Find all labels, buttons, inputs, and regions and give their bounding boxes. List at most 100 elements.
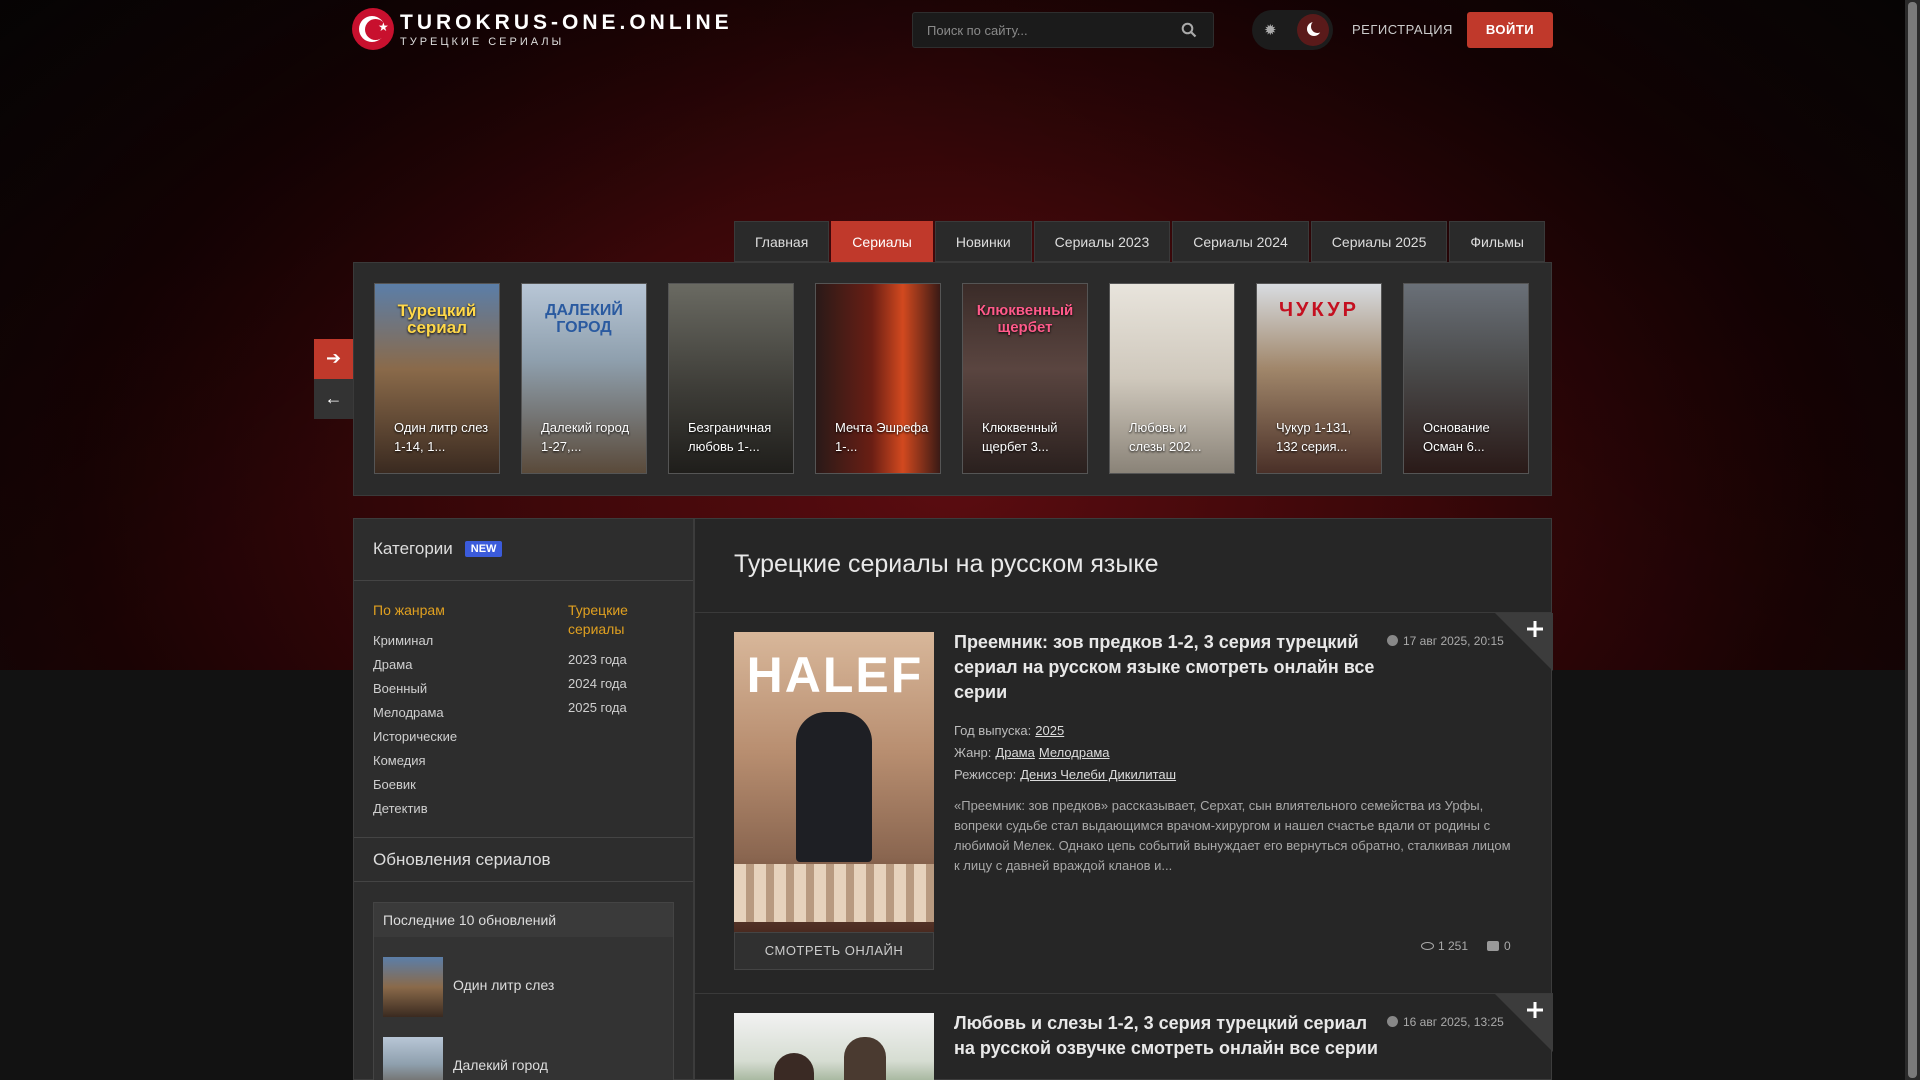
- genre-link[interactable]: Боевик: [373, 773, 457, 797]
- main-nav: Главная Сериалы Новинки Сериалы 2023 Сер…: [734, 221, 1547, 262]
- tab-home[interactable]: Главная: [734, 221, 830, 262]
- arrow-left-icon: ←: [324, 388, 343, 408]
- post-year: Год выпуска: 2025: [954, 723, 1065, 738]
- year-link[interactable]: 2023 года: [568, 648, 678, 672]
- turkish-flag-icon: ★: [352, 8, 394, 50]
- tab-series-2023[interactable]: Сериалы 2023: [1033, 221, 1171, 262]
- update-thumbnail: [383, 1037, 443, 1080]
- poster-text: Клюквенный щербет: [976, 302, 1074, 336]
- login-button[interactable]: ВОЙТИ: [1467, 12, 1553, 48]
- tab-series-2025[interactable]: Сериалы 2025: [1310, 221, 1448, 262]
- director-link[interactable]: Дениз Челеби Дикилиташ: [1020, 767, 1176, 782]
- turkish-series-heading[interactable]: Турецкие сериалы: [568, 601, 678, 639]
- carousel-card[interactable]: Основание Осман 6...: [1403, 283, 1529, 474]
- featured-carousel: Турецкий сериал Один литр слез 1-14, 1..…: [353, 262, 1552, 496]
- last-updates-title: Последние 10 обновлений: [374, 903, 673, 937]
- watch-online-button[interactable]: СМОТРЕТЬ ОНЛАЙН: [734, 932, 934, 970]
- sun-icon[interactable]: ✹: [1264, 21, 1277, 39]
- carousel-card-title: Чукур 1-131, 132 серия...: [1276, 420, 1352, 454]
- post-genre: Жанр: Драма Мелодрама: [954, 745, 1110, 760]
- genre-link[interactable]: Военный: [373, 677, 457, 701]
- register-link[interactable]: РЕГИСТРАЦИЯ: [1352, 22, 1453, 37]
- year-link[interactable]: 2025: [1035, 723, 1064, 738]
- genre-link[interactable]: Драма: [995, 745, 1034, 760]
- post-title[interactable]: Любовь и слезы 1-2, 3 серия турецкий сер…: [954, 1011, 1384, 1061]
- search-icon[interactable]: [1181, 22, 1197, 38]
- post-poster[interactable]: [734, 1013, 934, 1080]
- genre-link[interactable]: Мелодрама: [1039, 745, 1110, 760]
- post-item: HALEF СМОТРЕТЬ ОНЛАЙН Преемник: зов пред…: [695, 613, 1553, 994]
- page-scrollbar[interactable]: [1905, 0, 1920, 1080]
- carousel-prev-button[interactable]: ←: [314, 379, 353, 419]
- carousel-card[interactable]: Турецкий сериал Один литр слез 1-14, 1..…: [374, 283, 500, 474]
- genre-link[interactable]: Криминал: [373, 629, 457, 653]
- year-link[interactable]: 2024 года: [568, 672, 678, 696]
- categories-title: Категории: [373, 539, 453, 558]
- update-item[interactable]: Далекий город: [383, 1037, 663, 1080]
- add-favorite-button[interactable]: [1495, 613, 1553, 671]
- dark-mode-button[interactable]: [1297, 14, 1329, 46]
- post-title[interactable]: Преемник: зов предков 1-2, 3 серия турец…: [954, 630, 1384, 705]
- carousel-card-title: Мечта Эшрефа 1-...: [835, 420, 929, 454]
- update-thumbnail: [383, 957, 443, 1017]
- update-item[interactable]: Один литр слез: [383, 957, 663, 1017]
- new-badge: NEW: [464, 541, 503, 557]
- poster-text: ДАЛЕКИЙ ГОРОД: [545, 302, 623, 336]
- categories-header: Категории NEW: [354, 519, 693, 581]
- site-logo[interactable]: ★ TUROKRUS-ONE.ONLINE ТУРЕЦКИЕ СЕРИАЛЫ: [352, 8, 733, 50]
- carousel-card-title: Один литр слез 1-14, 1...: [394, 420, 489, 454]
- comment-icon: [1487, 941, 1499, 951]
- carousel-card[interactable]: ДАЛЕКИЙ ГОРОД Далекий город 1-27,...: [521, 283, 647, 474]
- carousel-next-button[interactable]: ➔: [314, 339, 353, 379]
- updates-header: Обновления сериалов: [354, 838, 693, 882]
- post-director: Режиссер: Дениз Челеби Дикилиташ: [954, 767, 1177, 782]
- carousel-card[interactable]: Любовь и слезы 202...: [1109, 283, 1235, 474]
- post-item: Любовь и слезы 1-2, 3 серия турецкий сер…: [695, 994, 1553, 1080]
- carousel-card-title: Любовь и слезы 202...: [1129, 420, 1202, 454]
- genre-link[interactable]: Детектив: [373, 797, 457, 821]
- clock-icon: [1387, 635, 1398, 646]
- genre-link[interactable]: Исторические: [373, 725, 457, 749]
- sidebar: Категории NEW По жанрам Криминал Драма Во…: [353, 518, 694, 1080]
- scrollbar-thumb[interactable]: [1908, 2, 1917, 1078]
- update-label: Далекий город: [453, 1057, 548, 1073]
- post-date: 16 авг 2025, 13:25: [1387, 1015, 1504, 1029]
- categories-columns: По жанрам Криминал Драма Военный Мелодра…: [354, 581, 693, 838]
- poster-text: Турецкий сериал: [397, 301, 477, 337]
- post-date: 17 авг 2025, 20:15: [1387, 634, 1504, 648]
- carousel-card-title: Основание Осман 6...: [1423, 420, 1490, 454]
- genre-link[interactable]: Драма: [373, 653, 457, 677]
- carousel-card-title: Далекий город 1-27,...: [541, 420, 630, 454]
- arrow-right-icon: ➔: [325, 348, 342, 368]
- genres-heading[interactable]: По жанрам: [373, 601, 457, 620]
- genre-link[interactable]: Комедия: [373, 749, 457, 773]
- tab-series-2024[interactable]: Сериалы 2024: [1172, 221, 1309, 262]
- post-description: «Преемник: зов предков» рассказывает, Се…: [954, 798, 1511, 873]
- tab-films[interactable]: Фильмы: [1449, 221, 1545, 262]
- eye-icon: [1421, 942, 1434, 950]
- clock-icon: [1387, 1016, 1398, 1027]
- theme-toggle[interactable]: ✹: [1252, 10, 1333, 50]
- site-title: TUROKRUS-ONE.ONLINE: [400, 10, 733, 34]
- poster-text: HALEF: [746, 647, 924, 703]
- carousel-card[interactable]: ЧУКУР Чукур 1-131, 132 серия...: [1256, 283, 1382, 474]
- search-box: [912, 12, 1214, 48]
- tab-new[interactable]: Новинки: [934, 221, 1032, 262]
- carousel-card[interactable]: Мечта Эшрефа 1-...: [815, 283, 941, 474]
- comments-count[interactable]: 0: [1487, 939, 1511, 953]
- site-subtitle: ТУРЕЦКИЕ СЕРИАЛЫ: [400, 35, 565, 48]
- carousel-card-title: Клюквенный щербет 3...: [982, 420, 1058, 454]
- main-content: Турецкие сериалы на русском языке HALEF …: [694, 518, 1553, 1080]
- tab-series[interactable]: Сериалы: [831, 221, 933, 262]
- year-link[interactable]: 2025 года: [568, 696, 678, 720]
- update-label: Один литр слез: [453, 977, 555, 993]
- genre-link[interactable]: Мелодрама: [373, 701, 457, 725]
- last-updates-box: Последние 10 обновлений Один литр слез Д…: [373, 902, 674, 1080]
- views-count: 1 251: [1421, 939, 1468, 953]
- post-poster[interactable]: HALEF: [734, 632, 934, 932]
- carousel-card[interactable]: Безграничная любовь 1-...: [668, 283, 794, 474]
- search-input[interactable]: [913, 13, 1163, 47]
- carousel-card-title: Безграничная любовь 1-...: [688, 420, 772, 454]
- add-favorite-button[interactable]: [1495, 994, 1553, 1052]
- carousel-card[interactable]: Клюквенный щербет Клюквенный щербет 3...: [962, 283, 1088, 474]
